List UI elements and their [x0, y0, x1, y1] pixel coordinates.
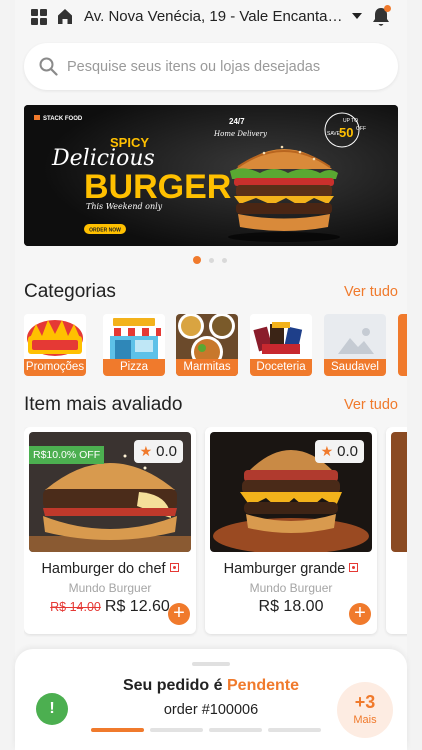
category-label: Doceteria [250, 359, 312, 376]
product-store: Mundo Burguer [249, 581, 333, 595]
top-rated-see-all-link[interactable]: Ver tudo [344, 397, 398, 413]
category-label: Pizza [103, 359, 165, 376]
more-orders-count: +3 [354, 692, 376, 712]
rating-badge: ★ 0.0 [314, 440, 364, 463]
category-item-saudavel[interactable]: Saudavel [324, 314, 386, 376]
star-icon: ★ [139, 443, 153, 459]
product-card[interactable]: ★ 0.0 R$10.0% OFF Hamburger do chef Mund… [24, 427, 196, 634]
add-to-cart-button[interactable]: + [168, 603, 190, 625]
order-status-panel[interactable]: ! Seu pedido é Pendente order #100006 +3… [15, 649, 407, 750]
banner-promo-value: 50 [339, 125, 353, 140]
banner-pagination [193, 256, 227, 264]
star-icon: ★ [320, 443, 334, 459]
banner-image: STACK FOOD SPICY Delicious BURGER This W… [24, 105, 398, 246]
top-rated-list: ★ 0.0 R$10.0% OFF Hamburger do chef Mund… [24, 427, 407, 637]
product-name: Hamburger do chef [24, 561, 196, 577]
product-price: R$ 12.60 [104, 598, 170, 615]
progress-step [91, 728, 144, 732]
progress-step [209, 728, 262, 732]
category-item-doceteria[interactable]: Doceteria [250, 314, 312, 376]
category-label: Marmitas [176, 359, 238, 376]
banner-tag2: Home Delivery [213, 130, 268, 138]
more-orders-button[interactable]: +3 Mais [337, 682, 393, 738]
categories-title: Categorias [24, 281, 116, 302]
category-item-promocoes[interactable]: Promoções [24, 314, 86, 376]
delivery-address[interactable]: Av. Nova Venécia, 19 - Vale Encantad... [84, 8, 346, 26]
home-screen: Av. Nova Venécia, 19 - Vale Encantad... [15, 0, 407, 750]
product-card[interactable]: ★ 0.0 Hamburger grande Mundo Burguer R$ … [205, 427, 377, 634]
search-input[interactable] [67, 55, 377, 79]
category-label: Promoções [24, 359, 86, 376]
product-old-price: R$ 14.00 [50, 600, 101, 614]
search-bar[interactable] [24, 43, 398, 90]
promo-banner[interactable]: STACK FOOD SPICY Delicious BURGER This W… [24, 105, 398, 246]
category-item-marmitas[interactable]: Marmitas [176, 314, 238, 376]
rating-value: 0.0 [156, 443, 177, 460]
more-orders-label: Mais [353, 714, 377, 726]
category-item-pizza[interactable]: Pizza [103, 314, 165, 376]
progress-step [150, 728, 203, 732]
categories-see-all-link[interactable]: Ver tudo [344, 284, 398, 300]
pagination-dot[interactable] [193, 256, 201, 264]
non-veg-icon [169, 563, 179, 572]
banner-promo-top: UP TO [343, 118, 358, 124]
rating-value: 0.0 [337, 443, 358, 460]
product-store: Mundo Burguer [68, 581, 152, 595]
search-icon [39, 57, 58, 76]
category-list: Promoções Pizza Marmitas Doceteria Sauda… [24, 314, 407, 378]
notification-dot [384, 5, 391, 12]
pagination-dot[interactable] [222, 257, 227, 263]
rating-badge: ★ 0.0 [133, 440, 183, 463]
pagination-dot[interactable] [209, 257, 214, 263]
top-bar: Av. Nova Venécia, 19 - Vale Encantad... [15, 0, 407, 34]
category-label: Saudavel [324, 359, 386, 376]
product-price: R$ 18.00 [258, 598, 324, 615]
chevron-down-icon[interactable] [352, 13, 362, 19]
banner-tag1: 24/7 [229, 117, 245, 126]
product-image: ★ 0.0 [210, 432, 372, 552]
banner-brand: STACK FOOD [43, 116, 83, 122]
product-image: ★ 0.0 R$10.0% OFF [29, 432, 191, 552]
progress-step [268, 728, 321, 732]
order-status-value: Pendente [227, 677, 300, 694]
home-icon[interactable] [57, 8, 73, 25]
add-to-cart-button[interactable]: + [349, 603, 371, 625]
top-rated-title: Item mais avaliado [24, 394, 183, 415]
banner-order-button[interactable]: ORDER NOW [89, 228, 121, 234]
category-item-partial[interactable] [398, 314, 407, 376]
banner-line3: BURGER [84, 168, 231, 206]
banner-line4: This Weekend only [86, 202, 163, 211]
grid-icon[interactable] [31, 9, 47, 25]
order-progress [91, 728, 321, 732]
drag-handle[interactable] [192, 662, 230, 666]
banner-promo-off: OFF [356, 126, 366, 132]
product-image [391, 432, 407, 552]
discount-badge: R$10.0% OFF [29, 446, 105, 464]
product-name: Hamburger grande [205, 561, 377, 577]
product-card-partial[interactable] [386, 427, 407, 634]
non-veg-icon [349, 563, 359, 572]
